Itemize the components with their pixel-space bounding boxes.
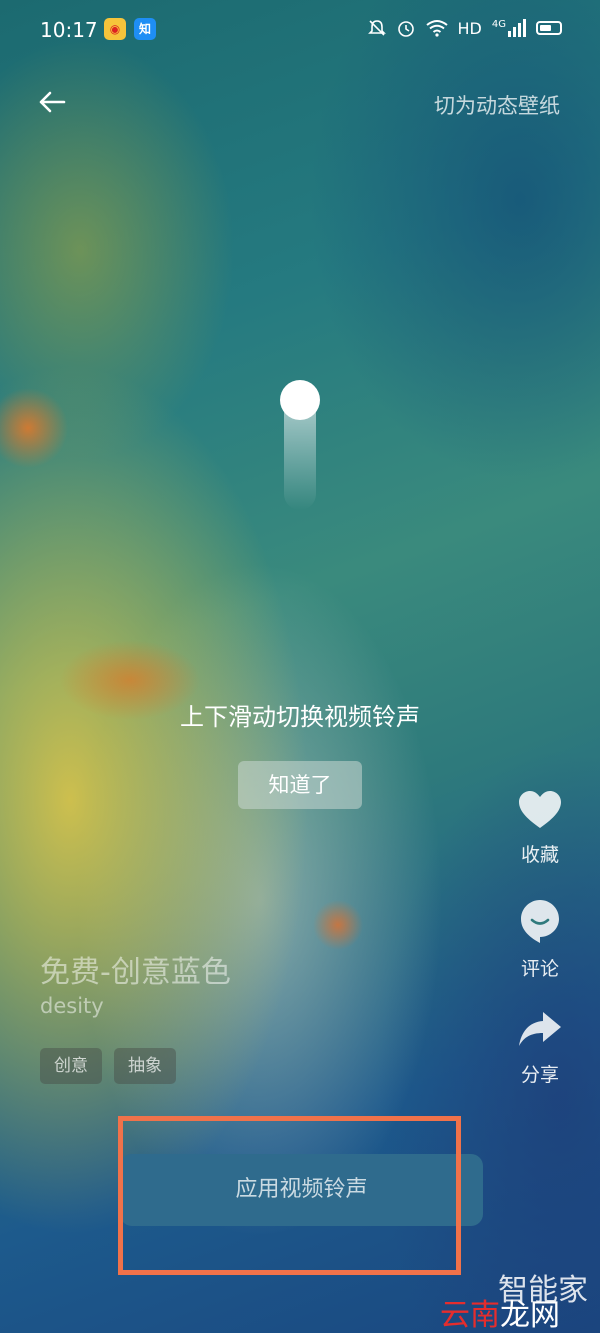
- comment-icon: [521, 900, 559, 943]
- swipe-trail: [284, 410, 316, 510]
- highlight-annotation-box: [118, 1116, 461, 1275]
- arrow-left-icon: [39, 91, 66, 113]
- tag-abstract[interactable]: 抽象: [114, 1048, 176, 1084]
- favorite-label: 收藏: [520, 844, 559, 866]
- weibo-icon: ◉: [104, 18, 126, 40]
- signal-4g-label: 4G: [491, 19, 506, 30]
- bell-muted-icon: [367, 20, 386, 36]
- back-button[interactable]: [36, 86, 76, 126]
- watermark-red-text: 云南: [440, 1298, 500, 1333]
- heart-icon: [519, 791, 561, 828]
- swipe-indicator-dot: [280, 380, 320, 420]
- watermark-white-text: 龙网: [500, 1298, 560, 1333]
- swipe-hint-text: 上下滑动切换视频铃声: [180, 703, 420, 731]
- share-label: 分享: [520, 1064, 559, 1086]
- status-time: 10:17: [40, 18, 98, 42]
- battery-icon: [536, 21, 562, 35]
- zhihu-icon: 知: [134, 18, 156, 40]
- switch-to-live-wallpaper-button[interactable]: 切为动态壁纸: [434, 90, 560, 120]
- got-it-button[interactable]: 知道了: [238, 761, 362, 809]
- favorite-button[interactable]: 收藏: [510, 790, 570, 867]
- comment-button[interactable]: 评论: [510, 898, 570, 981]
- signal-4g-icon: 4G: [492, 19, 526, 37]
- author-name[interactable]: desity: [40, 994, 104, 1018]
- ringtone-title: 免费-创意蓝色: [40, 955, 231, 990]
- watermark-line2: 云南龙网: [440, 1290, 560, 1334]
- share-button[interactable]: 分享: [510, 1010, 570, 1087]
- comment-label: 评论: [520, 958, 559, 980]
- status-bar: 10:17 ◉ 知 HD 4G: [0, 0, 600, 60]
- wifi-icon: [425, 20, 448, 37]
- hd-label: HD: [457, 18, 482, 38]
- status-icons: HD 4G: [367, 18, 562, 38]
- share-icon: [519, 1012, 561, 1046]
- alarm-icon: [397, 21, 414, 37]
- tag-creative[interactable]: 创意: [40, 1048, 102, 1084]
